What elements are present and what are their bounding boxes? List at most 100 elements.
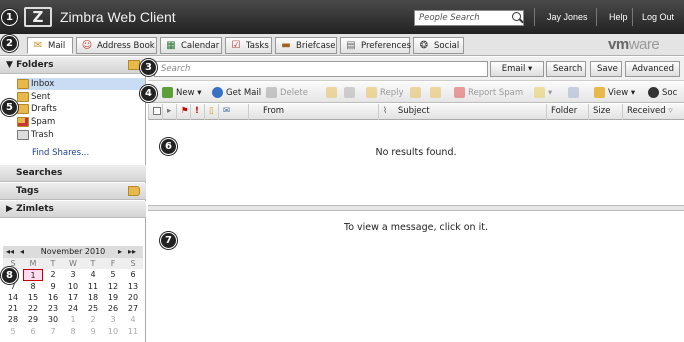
calendar-day[interactable]: 7	[43, 326, 63, 337]
expand-arrow-icon[interactable]: ▶	[6, 204, 16, 214]
calendar-day[interactable]: 10	[63, 281, 83, 292]
calendar-day[interactable]: 10	[103, 326, 123, 337]
calendar-day[interactable]: 11	[83, 281, 103, 292]
help-link[interactable]: Help	[609, 12, 628, 22]
size-column[interactable]: Size	[588, 104, 622, 120]
calendar-day[interactable]: 15	[23, 292, 43, 303]
find-shares-link[interactable]: Find Shares...	[32, 148, 89, 158]
folder-sent[interactable]: Sent	[17, 91, 145, 103]
folder-column[interactable]: Folder	[546, 104, 588, 120]
received-column[interactable]: Received ▿	[622, 104, 684, 120]
view-button[interactable]: View ▾	[594, 86, 635, 100]
calendar-day[interactable]: 19	[103, 292, 123, 303]
collapse-arrow-icon[interactable]: ▼	[6, 60, 16, 70]
calendar-day[interactable]: 5	[3, 326, 23, 337]
search-button[interactable]: Search	[546, 61, 586, 77]
message-list[interactable]: No results found.	[148, 121, 684, 205]
report-spam-button[interactable]: Report Spam	[454, 86, 523, 100]
calendar-day[interactable]: 5	[103, 269, 123, 280]
calendar-day[interactable]: 11	[123, 326, 143, 337]
calendar-day[interactable]: 26	[103, 303, 123, 314]
select-all-checkbox[interactable]	[148, 104, 162, 120]
tab-briefcase[interactable]: ▬ Briefcase	[275, 37, 337, 54]
zimlets-header[interactable]: ▶ Zimlets	[0, 201, 146, 218]
status-column-icon[interactable]: ✉	[218, 104, 248, 120]
search-input[interactable]: Search	[154, 61, 488, 77]
tab-calendar[interactable]: ▦ Calendar	[160, 37, 222, 54]
priority-column-icon[interactable]: !	[190, 104, 204, 120]
tab-mail[interactable]: ✉ Mail	[27, 37, 73, 54]
tab-address-book[interactable]: ☺ Address Book	[76, 37, 157, 54]
calendar-day[interactable]: 23	[43, 303, 63, 314]
calendar-day[interactable]: 22	[23, 303, 43, 314]
new-window-button[interactable]	[568, 86, 582, 100]
from-column[interactable]: From	[248, 104, 378, 120]
calendar-day[interactable]: 9	[43, 281, 63, 292]
tag-button[interactable]: ▾	[534, 86, 552, 100]
calendar-day[interactable]: 16	[43, 292, 63, 303]
calendar-day[interactable]: 8	[23, 281, 43, 292]
calendar-day[interactable]: 2	[83, 314, 103, 325]
new-button[interactable]: New ▾	[162, 86, 202, 100]
next-year-icon[interactable]: ▸▸	[128, 246, 136, 258]
calendar-day[interactable]: 27	[123, 303, 143, 314]
advanced-search-button[interactable]: Advanced	[625, 61, 680, 77]
calendar-day[interactable]: 4	[123, 314, 143, 325]
calendar-day[interactable]: 28	[3, 314, 23, 325]
calendar-day[interactable]: 3	[103, 314, 123, 325]
delete-button[interactable]: Delete	[266, 86, 308, 100]
calendar-day[interactable]: 12	[103, 281, 123, 292]
logout-link[interactable]: Log Out	[642, 12, 674, 22]
expand-column-icon[interactable]: ▸	[162, 104, 176, 120]
next-month-icon[interactable]: ▸	[118, 246, 122, 258]
pane-splitter[interactable]	[148, 205, 684, 211]
calendar-day[interactable]: 20	[123, 292, 143, 303]
reply-button[interactable]: Reply	[366, 86, 404, 100]
forward-button[interactable]	[430, 86, 444, 100]
folder-inbox[interactable]: Inbox	[17, 78, 145, 90]
calendar-day[interactable]: 14	[3, 292, 23, 303]
tag-column-icon[interactable]: ▯	[204, 104, 218, 120]
new-folder-icon[interactable]	[128, 60, 140, 70]
prev-year-icon[interactable]: ◂◂	[6, 246, 14, 258]
calendar-day[interactable]: 18	[83, 292, 103, 303]
flag-column-icon[interactable]: ⚑	[176, 104, 190, 120]
calendar-day[interactable]: 6	[123, 269, 143, 280]
people-search-input[interactable]: People Search	[414, 10, 524, 26]
reply-all-button[interactable]	[410, 86, 424, 100]
searches-header[interactable]: Searches	[0, 165, 146, 182]
calendar-day[interactable]: 8	[63, 326, 83, 337]
calendar-day[interactable]: 2	[43, 269, 63, 280]
calendar-day[interactable]: 6	[23, 326, 43, 337]
prev-month-icon[interactable]: ◂	[20, 246, 24, 258]
tab-social[interactable]: ❂ Social	[413, 37, 464, 54]
calendar-day[interactable]: 9	[83, 326, 103, 337]
social-button[interactable]: Soc	[648, 86, 677, 100]
calendar-day[interactable]: 21	[3, 303, 23, 314]
tab-tasks[interactable]: ☑ Tasks	[225, 37, 272, 54]
folder-drafts[interactable]: Drafts	[17, 103, 145, 115]
tab-preferences[interactable]: ▤ Preferences	[340, 37, 411, 54]
calendar-day[interactable]: 3	[63, 269, 83, 280]
subject-column[interactable]: ⌇ Subject	[378, 104, 546, 120]
calendar-day[interactable]: 17	[63, 292, 83, 303]
user-name[interactable]: Jay Jones	[547, 12, 588, 22]
calendar-day[interactable]: 25	[83, 303, 103, 314]
calendar-day[interactable]: 24	[63, 303, 83, 314]
print-button[interactable]	[344, 86, 358, 100]
calendar-day[interactable]: 30	[43, 314, 63, 325]
new-tag-icon[interactable]	[128, 186, 140, 196]
folder-spam[interactable]: Spam	[17, 116, 145, 128]
search-icon[interactable]	[512, 12, 521, 21]
tags-header[interactable]: Tags	[0, 183, 146, 200]
move-button[interactable]	[326, 86, 340, 100]
calendar-day[interactable]: 4	[83, 269, 103, 280]
calendar-month-label[interactable]: November 2010	[41, 247, 106, 256]
calendar-day[interactable]: 1	[23, 269, 43, 281]
calendar-day[interactable]: 29	[23, 314, 43, 325]
folder-trash[interactable]: Trash	[17, 129, 145, 141]
folders-header[interactable]: ▼ Folders	[0, 57, 146, 74]
search-scope-dropdown[interactable]: Email ▾	[490, 61, 544, 77]
save-search-button[interactable]: Save	[590, 61, 622, 77]
calendar-day[interactable]: 13	[123, 281, 143, 292]
